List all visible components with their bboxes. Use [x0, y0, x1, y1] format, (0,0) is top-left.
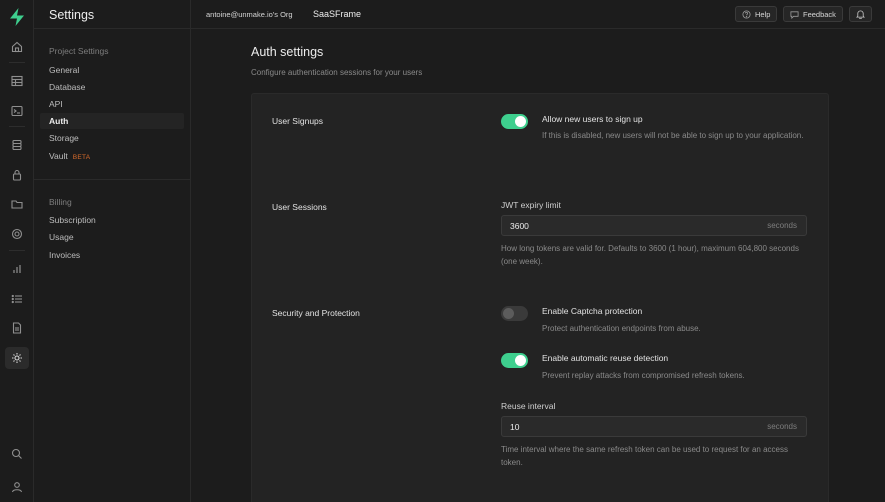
- help-icon: [742, 9, 751, 19]
- help-label: Help: [755, 9, 771, 19]
- allow-signups-toggle[interactable]: [501, 114, 528, 129]
- sidebar-item-auth[interactable]: Auth: [40, 113, 184, 129]
- feedback-button[interactable]: Feedback: [783, 6, 843, 22]
- page-subtitle: Configure authentication sessions for yo…: [251, 68, 423, 77]
- sidebar-item-invoices[interactable]: Invoices: [40, 247, 184, 263]
- allow-signups-label: Allow new users to sign up: [542, 114, 643, 124]
- security-heading: Security and Protection: [272, 308, 360, 318]
- sidebar-item-database[interactable]: Database: [40, 79, 184, 95]
- user-sessions-heading: User Sessions: [272, 202, 327, 212]
- chart-icon[interactable]: [7, 259, 27, 279]
- help-button[interactable]: Help: [735, 6, 778, 22]
- top-bar: antoine@unmake.io's Org SaaSFrame Help F…: [191, 0, 885, 29]
- jwt-expiry-unit: seconds: [767, 221, 797, 230]
- gear-icon[interactable]: [5, 347, 29, 369]
- page-title: Auth settings: [251, 45, 324, 59]
- jwt-expiry-value: 3600: [510, 221, 529, 231]
- chat-icon: [790, 10, 799, 19]
- supabase-logo[interactable]: [9, 8, 25, 26]
- settings-sidebar: Settings Project Settings General Databa…: [34, 0, 191, 502]
- terminal-icon[interactable]: [7, 101, 27, 121]
- jwt-expiry-help: How long tokens are valid for. Defaults …: [501, 244, 799, 266]
- reuse-interval-label: Reuse interval: [501, 401, 556, 411]
- bell-icon: [856, 10, 865, 19]
- sidebar-item-usage[interactable]: Usage: [40, 229, 184, 245]
- org-breadcrumb[interactable]: antoine@unmake.io's Org: [206, 10, 293, 19]
- reuse-detection-toggle[interactable]: [501, 353, 528, 368]
- sidebar-item-general[interactable]: General: [40, 62, 184, 78]
- project-settings-heading: Project Settings: [49, 46, 109, 56]
- reuse-interval-value: 10: [510, 422, 520, 432]
- sidebar-item-label: Vault: [49, 151, 68, 161]
- reuse-detection-desc: Prevent replay attacks from compromised …: [542, 371, 745, 380]
- functions-icon[interactable]: [7, 224, 27, 244]
- sidebar-title: Settings: [49, 8, 95, 22]
- project-breadcrumb[interactable]: SaaSFrame: [313, 9, 361, 19]
- allow-signups-desc: If this is disabled, new users will not …: [542, 131, 804, 140]
- sidebar-item-storage[interactable]: Storage: [40, 130, 184, 146]
- captcha-toggle[interactable]: [501, 306, 528, 321]
- reuse-interval-unit: seconds: [767, 422, 797, 431]
- feedback-label: Feedback: [803, 9, 836, 19]
- lock-icon[interactable]: [7, 165, 27, 185]
- user-icon[interactable]: [7, 477, 27, 497]
- document-icon[interactable]: [7, 318, 27, 338]
- sidebar-item-subscription[interactable]: Subscription: [40, 212, 184, 228]
- sidebar-item-vault[interactable]: Vault BETA: [40, 148, 184, 164]
- home-icon[interactable]: [7, 37, 27, 57]
- billing-heading: Billing: [49, 197, 72, 207]
- jwt-expiry-input[interactable]: 3600 seconds: [501, 215, 807, 236]
- user-signups-heading: User Signups: [272, 116, 324, 126]
- reuse-interval-input[interactable]: 10 seconds: [501, 416, 807, 437]
- notifications-button[interactable]: [849, 6, 872, 22]
- sidebar-item-api[interactable]: API: [40, 96, 184, 112]
- icon-rail: [0, 0, 34, 502]
- logs-icon[interactable]: [7, 289, 27, 309]
- folder-icon[interactable]: [7, 194, 27, 214]
- auth-settings-panel: User Signups Allow new users to sign up …: [251, 93, 829, 502]
- captcha-label: Enable Captcha protection: [542, 306, 643, 316]
- jwt-expiry-label: JWT expiry limit: [501, 200, 561, 210]
- beta-badge: BETA: [72, 154, 91, 161]
- reuse-interval-help: Time interval where the same refresh tok…: [501, 445, 788, 467]
- database-icon[interactable]: [7, 135, 27, 155]
- search-icon[interactable]: [7, 444, 27, 464]
- reuse-detection-label: Enable automatic reuse detection: [542, 353, 669, 363]
- table-icon[interactable]: [7, 71, 27, 91]
- captcha-desc: Protect authentication endpoints from ab…: [542, 324, 701, 333]
